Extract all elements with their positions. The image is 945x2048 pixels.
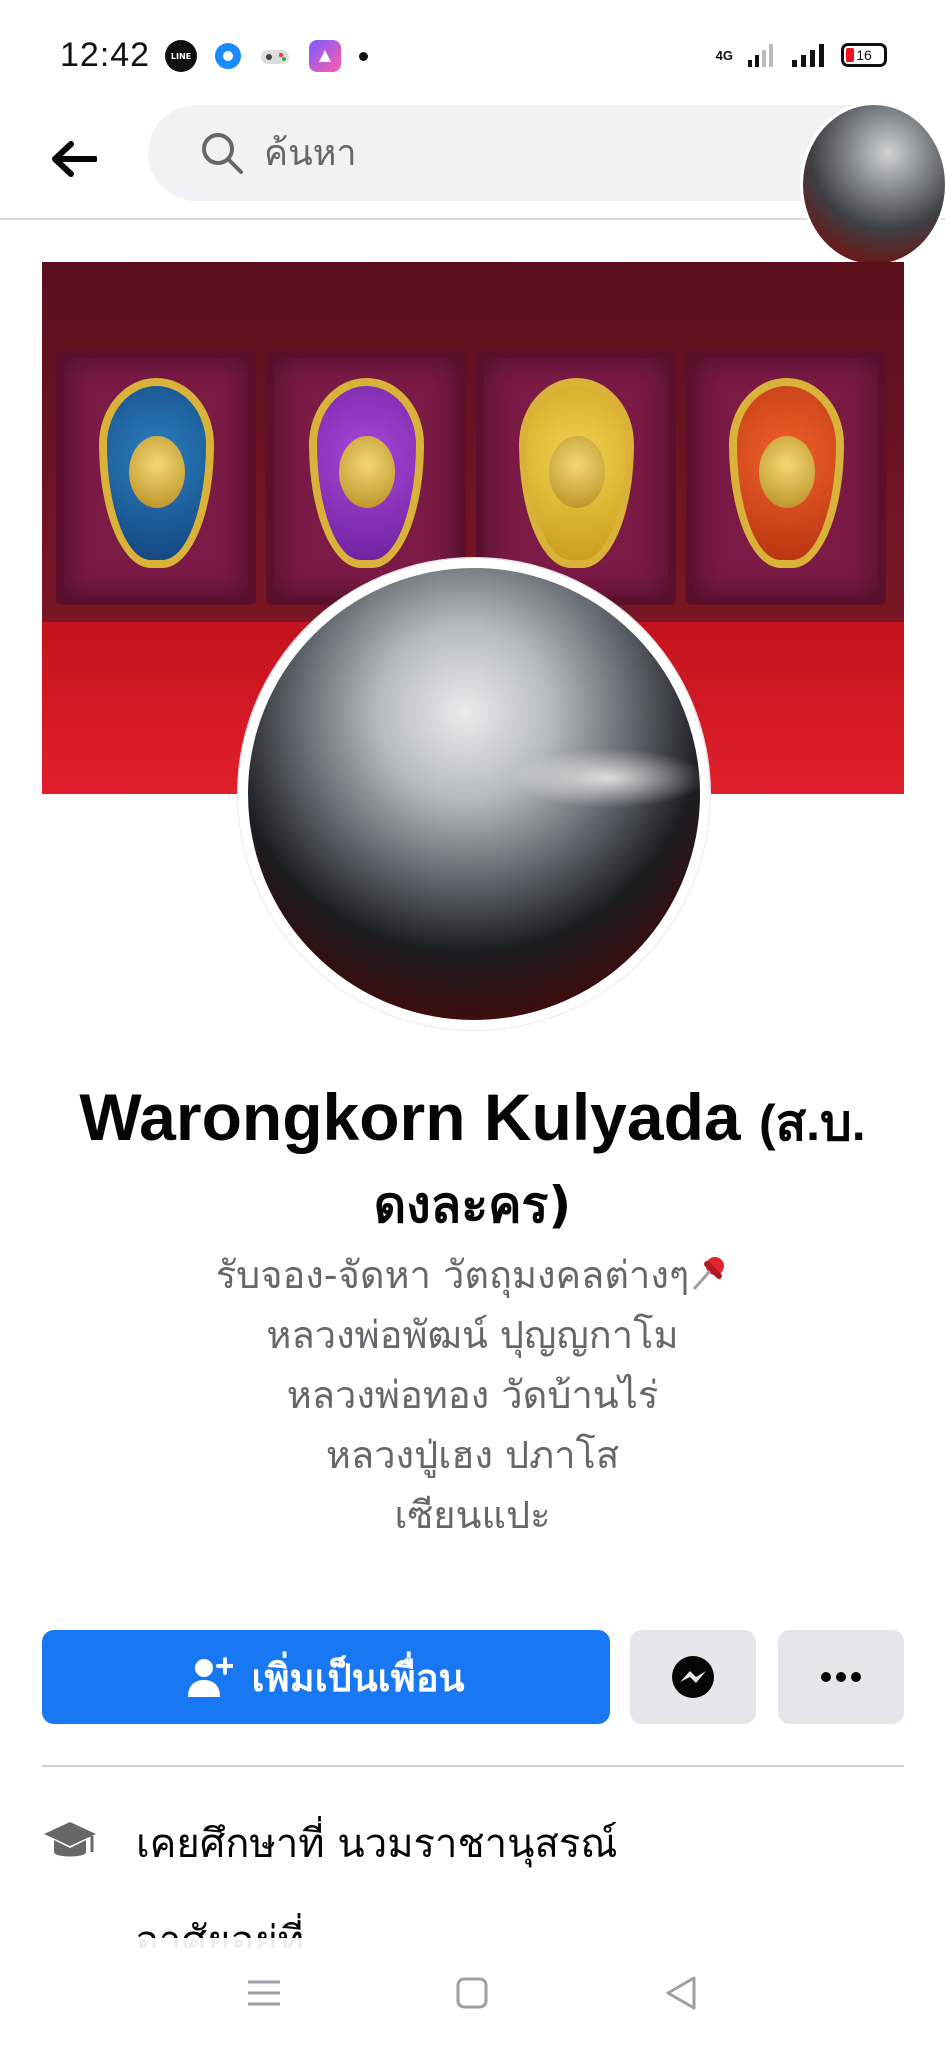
bio-line: หลวงปู่เฮง ปภาโส [325, 1433, 620, 1477]
search-input[interactable] [264, 125, 764, 181]
arrow-left-icon [52, 141, 97, 177]
more-dots-icon [821, 1672, 861, 1682]
message-button[interactable] [630, 1630, 756, 1724]
back-nav-button[interactable] [651, 1963, 711, 2023]
system-navigation-bar [0, 1938, 945, 2048]
section-divider [42, 1765, 904, 1767]
game-icon [259, 40, 291, 72]
bio-line: หลวงพ่อพัฒน์ ปุญญกาโม [266, 1313, 679, 1357]
back-button[interactable] [48, 133, 100, 185]
system-indicators: 4G 16 [716, 42, 887, 68]
header-avatar[interactable] [800, 102, 945, 267]
amulet-slot [686, 350, 886, 605]
status-time: 12:42 [60, 36, 151, 74]
signal-icon-1 [748, 44, 773, 67]
add-person-icon [188, 1657, 234, 1697]
profile-picture[interactable] [238, 558, 710, 1030]
network-type: 4G [715, 47, 733, 63]
amulet-slot [56, 350, 256, 605]
menu-icon [248, 1980, 281, 2006]
profile-name-suffix-line2: ดงละคร) [373, 1176, 572, 1234]
recent-apps-button[interactable] [234, 1963, 294, 2023]
add-friend-label: เพิ่มเป็นเพื่อน [251, 1655, 465, 1700]
profile-name-suffix: (ส.บ. [758, 1095, 866, 1151]
profile-name: Warongkorn Kulyada [79, 1080, 741, 1154]
triangle-back-icon [666, 1976, 696, 2010]
messenger-icon [672, 1656, 714, 1698]
notification-icons: LINE [165, 40, 368, 72]
intro-education-row: เคยศึกษาที่ นวมราชานุสรณ์ [42, 1808, 904, 1878]
profile-bio: รับจอง-จัดหา วัตถุมงคลต่างๆ หลวงพ่อพัฒน์… [40, 1245, 905, 1545]
battery-indicator: 16 [841, 43, 887, 67]
square-icon [456, 1977, 488, 2009]
search-bar[interactable] [148, 105, 908, 201]
top-header [0, 102, 945, 267]
more-notifications-dot [359, 51, 368, 61]
more-options-button[interactable] [778, 1630, 904, 1724]
home-button[interactable] [442, 1963, 502, 2023]
amulet-blue [99, 378, 214, 568]
education-text: เคยศึกษาที่ นวมราชานุสรณ์ [136, 1821, 618, 1867]
amulet-orange [729, 378, 844, 568]
bio-line: รับจอง-จัดหา วัตถุมงคลต่างๆ [40, 1245, 905, 1305]
amulet-gold [519, 378, 634, 568]
search-icon [202, 133, 243, 174]
amulet-purple [309, 378, 424, 568]
graduation-cap-icon [42, 1815, 98, 1871]
status-bar: 12:42 LINE 4G 16 [0, 0, 945, 110]
bio-line: เซียนแปะ [394, 1493, 551, 1537]
pushpin-icon [689, 1251, 729, 1291]
signal-icon-2 [792, 44, 824, 67]
app-icon [309, 40, 341, 72]
messenger-lite-icon [215, 43, 241, 69]
battery-level: 16 [856, 47, 872, 63]
bio-line: หลวงพ่อทอง วัดบ้านไร่ [286, 1373, 659, 1417]
profile-name-block: Warongkorn Kulyada (ส.บ. ดงละคร) [40, 1075, 905, 1245]
add-friend-button[interactable]: เพิ่มเป็นเพื่อน [42, 1630, 610, 1724]
line-icon: LINE [165, 40, 197, 72]
